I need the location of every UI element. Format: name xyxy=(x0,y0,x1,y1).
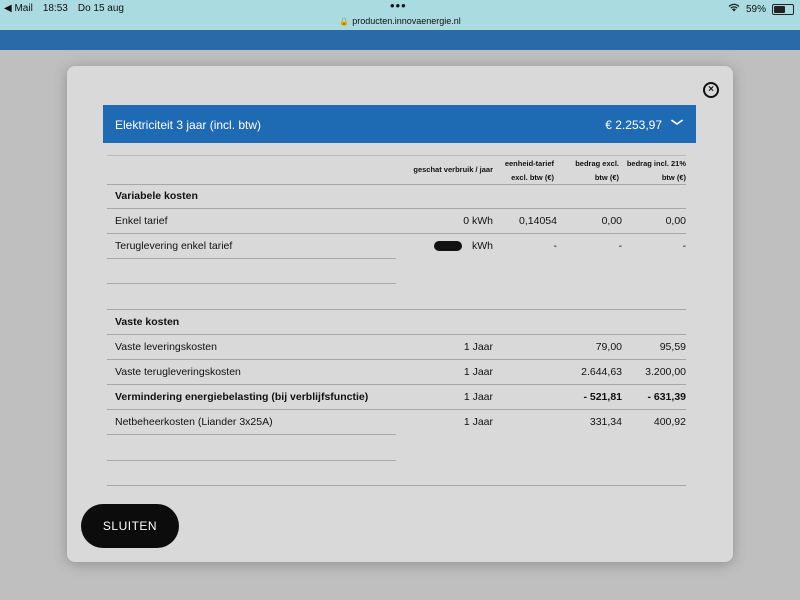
row-incl: - xyxy=(682,240,687,252)
close-icon[interactable]: × xyxy=(703,82,719,98)
row-usage: 1 Jaar xyxy=(463,341,493,353)
row-usage: 1 Jaar xyxy=(463,391,493,403)
header-unit-rate-2: excl. btw (€) xyxy=(511,173,554,182)
product-accordion-header[interactable]: Elektriciteit 3 jaar (incl. btw) € 2.253… xyxy=(103,105,696,143)
url-text: producten.innovaenergie.nl xyxy=(352,16,461,26)
multitask-dots[interactable]: ••• xyxy=(390,0,407,13)
header-unit-rate-1: eenheid-tarief xyxy=(504,159,554,168)
row-label: Netbeheerkosten (Liander 3x25A) xyxy=(115,416,273,428)
back-to-mail-link[interactable]: ◀ Mail xyxy=(4,3,33,14)
header-excl-1: bedrag excl. xyxy=(575,159,619,168)
section-heading-row: Variabele kosten xyxy=(107,184,686,209)
divider xyxy=(107,283,396,284)
redaction-mark xyxy=(434,241,462,251)
status-time: 18:53 xyxy=(42,3,68,14)
header-excl-2: btw (€) xyxy=(594,173,619,182)
row-label: Vermindering energiebelasting (bij verbl… xyxy=(115,391,369,403)
table-row: Vermindering energiebelasting (bij verbl… xyxy=(107,385,686,410)
accordion-total-price: € 2.253,97 xyxy=(605,118,662,132)
row-usage: 1 Jaar xyxy=(463,366,493,378)
header-usage: geschat verbruik / jaar xyxy=(413,165,493,174)
row-label: Vaste leveringskosten xyxy=(115,341,217,353)
lock-icon: 🔒 xyxy=(339,17,350,26)
row-incl: 400,92 xyxy=(653,416,686,428)
table-row: Teruglevering enkel tarief kWh - - - xyxy=(107,234,686,258)
address-bar[interactable]: 🔒 producten.innovaenergie.nl xyxy=(0,16,800,26)
section-fixed-costs: Vaste kosten xyxy=(115,316,180,328)
row-excl: 2.644,63 xyxy=(581,366,622,378)
row-label: Enkel tarief xyxy=(115,215,168,227)
page-header xyxy=(0,30,800,50)
table-row: Enkel tarief 0 kWh 0,14054 0,00 0,00 xyxy=(107,209,686,234)
battery-percent: 59% xyxy=(745,3,766,15)
status-bar: ◀ Mail 18:53 Do 15 aug ••• 🔒 producten.in… xyxy=(0,0,800,30)
row-label: Teruglevering enkel tarief xyxy=(115,240,233,252)
battery-icon xyxy=(772,3,794,15)
accordion-title: Elektriciteit 3 jaar (incl. btw) xyxy=(115,118,262,132)
header-incl-2: btw (€) xyxy=(661,173,686,182)
close-button[interactable]: SLUITEN xyxy=(81,504,179,548)
row-incl: - 631,39 xyxy=(647,391,686,403)
row-incl: 0,00 xyxy=(665,215,686,227)
table-row: Vaste leveringskosten 1 Jaar 79,00 95,59 xyxy=(107,335,686,360)
row-incl: 3.200,00 xyxy=(645,366,686,378)
divider xyxy=(107,485,686,486)
status-date: Do 15 aug xyxy=(77,3,124,14)
row-excl: 0,00 xyxy=(601,215,622,227)
table-header: geschat verbruik / jaar eenheid-tarief e… xyxy=(107,155,686,185)
divider xyxy=(107,460,396,461)
wifi-icon xyxy=(728,3,740,15)
chevron-down-icon[interactable] xyxy=(670,115,684,129)
table-row: Vaste terugleveringskosten 1 Jaar 2.644,… xyxy=(107,360,686,385)
price-details-modal: × Elektriciteit 3 jaar (incl. btw) € 2.2… xyxy=(67,66,733,562)
row-rate: - xyxy=(553,240,558,252)
row-usage: 1 Jaar xyxy=(463,416,493,428)
section-heading-row: Vaste kosten xyxy=(107,310,686,335)
row-excl: 331,34 xyxy=(589,416,622,428)
table-row: Netbeheerkosten (Liander 3x25A) 1 Jaar 3… xyxy=(107,410,686,434)
row-rate: 0,14054 xyxy=(519,215,557,227)
row-excl: - xyxy=(618,240,623,252)
row-excl: - 521,81 xyxy=(583,391,622,403)
divider xyxy=(107,434,396,435)
section-variable-costs: Variabele kosten xyxy=(115,190,198,202)
divider xyxy=(107,258,396,259)
row-usage: kWh xyxy=(472,240,493,252)
row-usage: 0 kWh xyxy=(463,215,493,227)
header-incl-1: bedrag incl. 21% xyxy=(626,159,686,168)
row-label: Vaste terugleveringskosten xyxy=(115,366,241,378)
row-incl: 95,59 xyxy=(659,341,686,353)
row-excl: 79,00 xyxy=(595,341,622,353)
